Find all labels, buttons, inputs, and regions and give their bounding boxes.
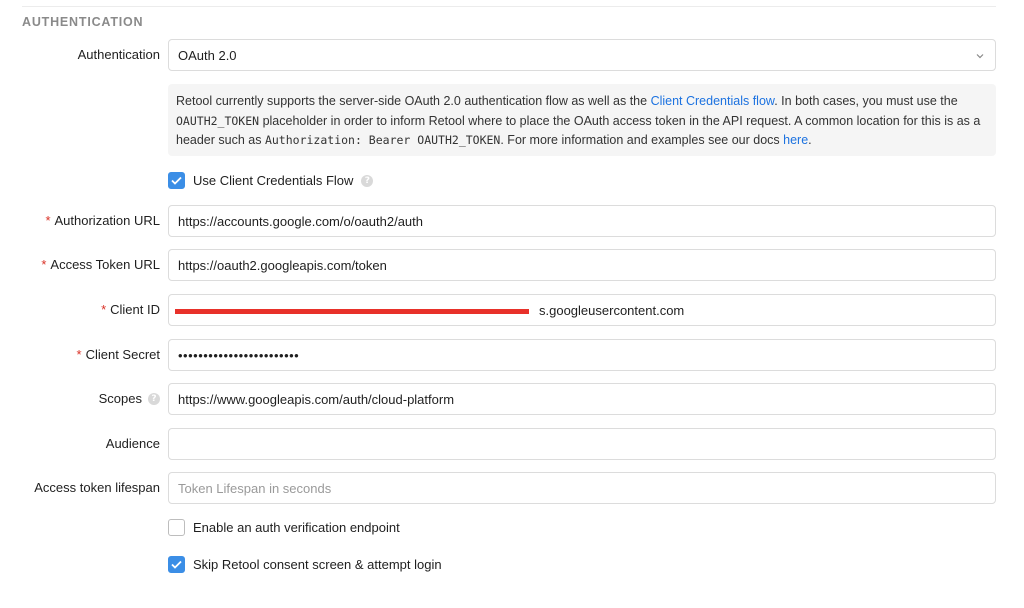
auth-settings-page: AUTHENTICATION Authentication OAuth 2.0 … <box>0 0 1024 608</box>
auth-verification-label: Enable an auth verification endpoint <box>193 520 400 535</box>
scopes-label: Scopes ? <box>99 391 160 406</box>
oauth2-token-code: OAUTH2_TOKEN <box>176 113 260 128</box>
auth-verification-option[interactable]: Enable an auth verification endpoint <box>168 519 400 536</box>
checkmark-icon <box>171 560 182 569</box>
access-token-lifespan-input[interactable]: Token Lifespan in seconds <box>168 472 996 504</box>
skip-consent-checkbox[interactable] <box>168 556 185 573</box>
access-token-lifespan-label: Access token lifespan <box>34 480 160 495</box>
docs-link[interactable]: here <box>783 133 808 147</box>
info-text: . For more information and examples see … <box>500 133 784 147</box>
auth-verification-checkbox[interactable] <box>168 519 185 536</box>
checkmark-icon <box>171 176 182 185</box>
oauth-info-box: Retool currently supports the server-sid… <box>168 84 996 156</box>
info-text: . In both cases, you must use the <box>774 94 958 108</box>
client-id-label-text: Client ID <box>110 302 160 317</box>
client-secret-label: * Client Secret <box>77 347 160 362</box>
skip-consent-option[interactable]: Skip Retool consent screen & attempt log… <box>168 556 442 573</box>
required-marker: * <box>76 347 82 362</box>
help-icon[interactable]: ? <box>148 392 160 405</box>
access-token-url-label: * Access Token URL <box>41 257 160 272</box>
client-secret-label-text: Client Secret <box>85 347 160 362</box>
authorization-url-label-text: Authorization URL <box>54 213 161 228</box>
scopes-input[interactable]: https://www.googleapis.com/auth/cloud-pl… <box>168 383 996 415</box>
authentication-select[interactable]: OAuth 2.0 <box>168 39 996 71</box>
required-marker: * <box>41 257 47 272</box>
info-text: Retool currently supports the server-sid… <box>176 94 651 108</box>
authentication-selected-value: OAuth 2.0 <box>178 47 237 63</box>
required-marker: * <box>101 302 107 317</box>
audience-input[interactable] <box>168 428 996 460</box>
chevron-down-icon <box>976 54 984 59</box>
help-icon[interactable]: ? <box>361 174 374 187</box>
redaction-bar <box>175 309 529 314</box>
authorization-header-code: Authorization: Bearer OAUTH2_TOKEN <box>264 133 501 147</box>
audience-label: Audience <box>105 436 160 451</box>
info-text: . <box>808 133 812 147</box>
client-id-label: * Client ID <box>101 302 160 317</box>
access-token-url-label-text: Access Token URL <box>50 257 160 272</box>
top-divider <box>22 6 996 7</box>
client-credentials-checkbox[interactable] <box>168 172 185 189</box>
client-credentials-link[interactable]: Client Credentials flow <box>651 94 775 108</box>
authorization-url-input[interactable]: https://accounts.google.com/o/oauth2/aut… <box>168 205 996 237</box>
client-id-input[interactable]: s.googleusercontent.com <box>168 294 996 326</box>
authorization-url-label: * Authorization URL <box>45 213 160 228</box>
authentication-label: Authentication <box>77 47 160 62</box>
scopes-label-text: Scopes <box>98 391 142 406</box>
required-marker: * <box>45 213 51 228</box>
section-heading: AUTHENTICATION <box>22 15 144 29</box>
access-token-url-input[interactable]: https://oauth2.googleapis.com/token <box>168 249 996 281</box>
client-secret-input[interactable]: •••••••••••••••••••••••• <box>168 339 996 371</box>
client-credentials-option[interactable]: Use Client Credentials Flow ? <box>168 172 374 189</box>
skip-consent-label: Skip Retool consent screen & attempt log… <box>193 557 442 572</box>
client-credentials-label: Use Client Credentials Flow <box>193 173 354 188</box>
